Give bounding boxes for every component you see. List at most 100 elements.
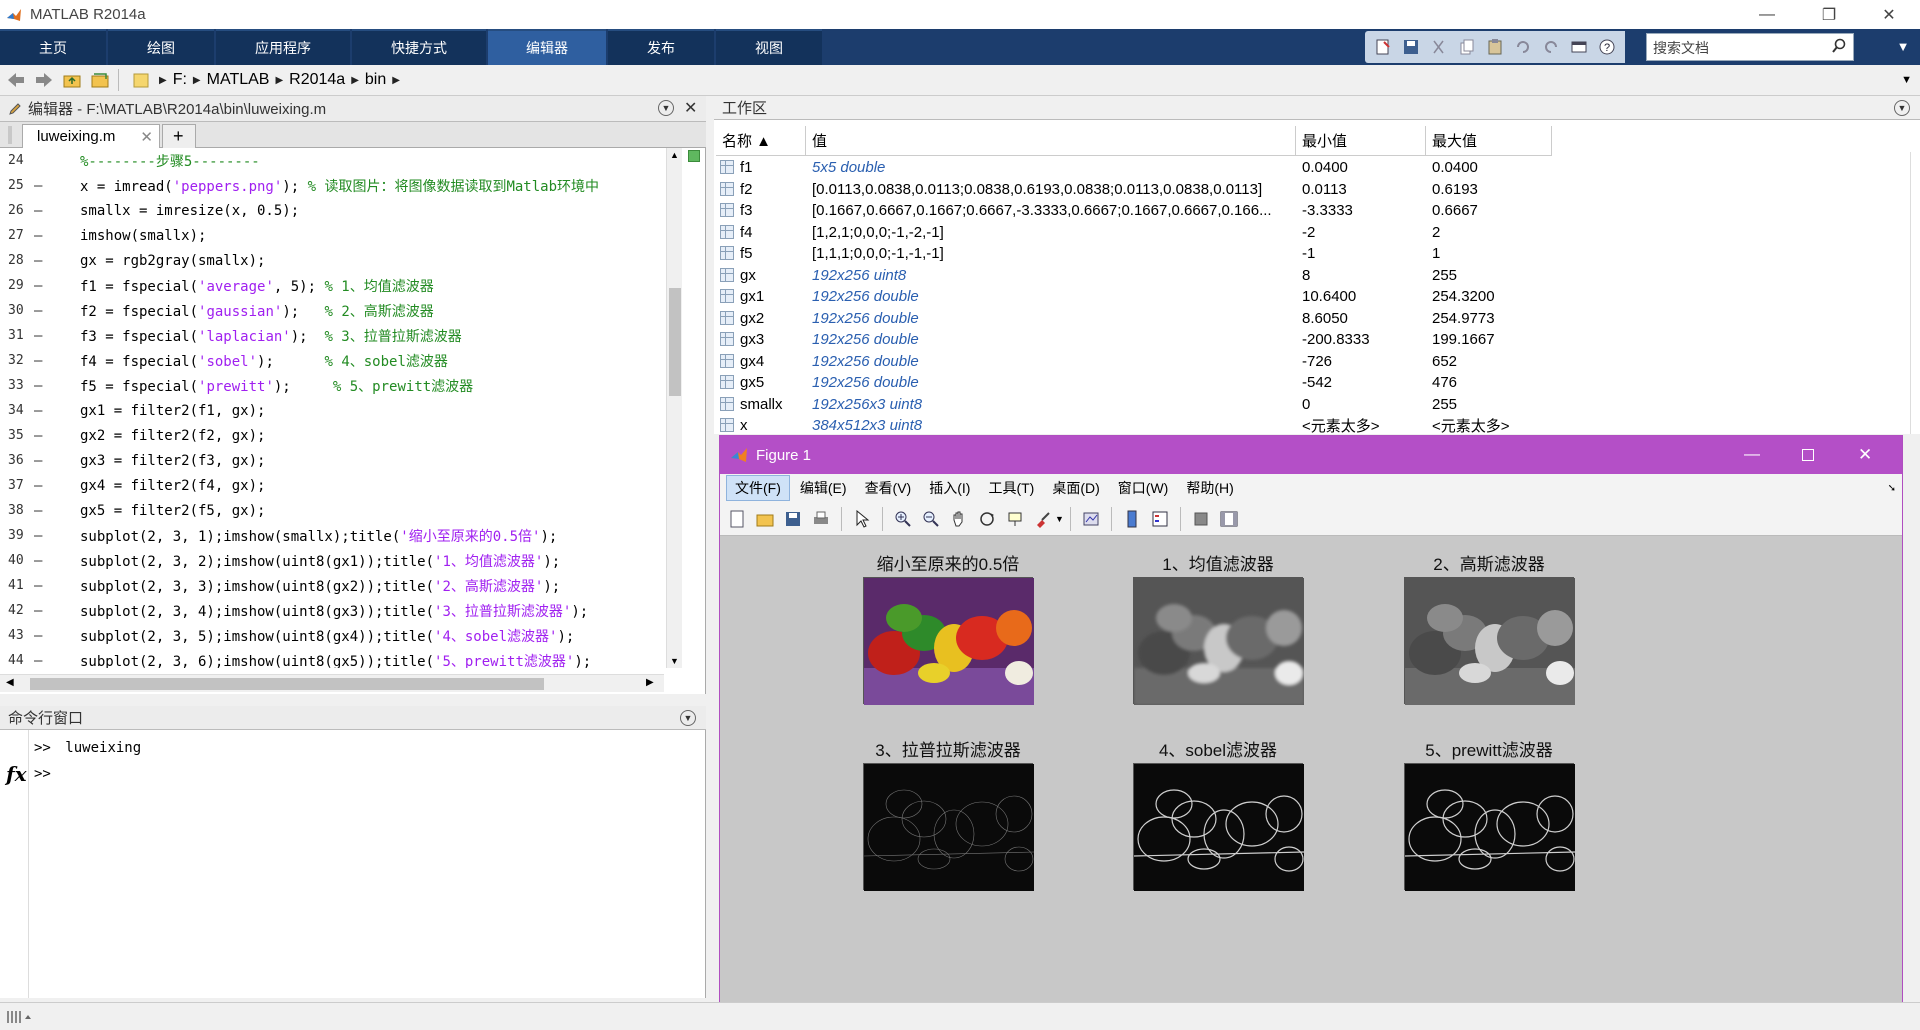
breakpoint-marker[interactable]: —: [34, 278, 42, 294]
minimize-button[interactable]: —: [1744, 0, 1790, 29]
workspace-row[interactable]: gx1 192x256 double 10.6400 254.3200: [716, 286, 1916, 307]
breakpoint-marker[interactable]: —: [34, 403, 42, 419]
breakpoint-marker[interactable]: —: [34, 603, 42, 619]
code-line[interactable]: 32 — f4 = fspecial('sobel'); % 4、sobel滤波器: [0, 348, 664, 373]
figure-close-button[interactable]: ✕: [1858, 445, 1872, 465]
rotate-3d-icon[interactable]: [976, 508, 998, 530]
tab-shortcuts[interactable]: 快捷方式: [352, 29, 486, 65]
workspace-row[interactable]: gx4 192x256 double -726 652: [716, 351, 1916, 372]
menu-file[interactable]: 文件(F): [726, 475, 790, 501]
code-line[interactable]: 37 — gx4 = filter2(f4, gx);: [0, 473, 664, 498]
breakpoint-marker[interactable]: —: [34, 378, 42, 394]
code-line[interactable]: 25 — x = imread('peppers.png'); % 读取图片：将图像…: [0, 173, 664, 198]
search-icon[interactable]: [1831, 38, 1847, 54]
command-actions-icon[interactable]: ▼: [680, 710, 696, 726]
menu-help[interactable]: 帮助(H): [1178, 476, 1241, 500]
data-cursor-icon[interactable]: [1004, 508, 1026, 530]
col-min-header[interactable]: 最小值: [1296, 126, 1426, 156]
new-figure-icon[interactable]: [726, 508, 748, 530]
ribbon-dropdown-icon[interactable]: ▼: [1892, 35, 1914, 57]
editor-close-icon[interactable]: ✕: [684, 98, 697, 118]
breadcrumb-bin[interactable]: bin: [365, 71, 386, 89]
scroll-left-icon[interactable]: ◀: [6, 677, 14, 688]
copy-icon[interactable]: [1456, 36, 1478, 58]
breakpoint-marker[interactable]: —: [34, 478, 42, 494]
tab-publish[interactable]: 发布: [608, 29, 714, 65]
function-browser-icon[interactable]: fx: [6, 762, 27, 786]
code-line[interactable]: 41 — subplot(2, 3, 3);imshow(uint8(gx2));t…: [0, 573, 664, 598]
tab-apps[interactable]: 应用程序: [216, 29, 350, 65]
code-line[interactable]: 35 — gx2 = filter2(f2, gx);: [0, 423, 664, 448]
save-icon[interactable]: [1400, 36, 1422, 58]
workspace-row[interactable]: gx3 192x256 double -200.8333 199.1667: [716, 329, 1916, 350]
workspace-row[interactable]: f5 [1,1,1;0,0,0;-1,-1,-1] -1 1: [716, 243, 1916, 264]
workspace-row[interactable]: gx2 192x256 double 8.6050 254.9773: [716, 308, 1916, 329]
tab-view[interactable]: 视图: [716, 29, 822, 65]
breakpoint-marker[interactable]: —: [34, 553, 42, 569]
command-input-area[interactable]: >> luweixing fx >>: [0, 730, 706, 998]
zoom-in-icon[interactable]: [892, 508, 914, 530]
breakpoint-marker[interactable]: —: [34, 528, 42, 544]
subplot-axes[interactable]: 缩小至原来的0.5倍: [862, 536, 1034, 716]
scroll-up-icon[interactable]: ▲: [670, 150, 679, 160]
breadcrumb-matlab[interactable]: MATLAB: [207, 71, 270, 89]
breakpoint-marker[interactable]: —: [34, 503, 42, 519]
workspace-row[interactable]: f2 [0.0113,0.0838,0.0113;0.0838,0.6193,0.…: [716, 179, 1916, 200]
scroll-right-icon[interactable]: ▶: [646, 677, 654, 688]
code-line[interactable]: 33 — f5 = fspecial('prewitt'); % 5、prewitt…: [0, 373, 664, 398]
col-name-header[interactable]: 名称 ▲: [716, 126, 806, 156]
tab-close-icon[interactable]: ✕: [140, 128, 153, 146]
breakpoint-marker[interactable]: —: [34, 303, 42, 319]
show-plot-tools-icon[interactable]: [1218, 508, 1240, 530]
breakpoint-marker[interactable]: —: [34, 428, 42, 444]
breakpoint-marker[interactable]: —: [34, 578, 42, 594]
breadcrumb-drive[interactable]: F:: [173, 71, 187, 89]
workspace-row[interactable]: f1 5x5 double 0.0400 0.0400: [716, 157, 1916, 178]
subplot-axes[interactable]: 3、拉普拉斯滤波器: [862, 722, 1035, 902]
pan-hand-icon[interactable]: [948, 508, 970, 530]
breakpoint-marker[interactable]: —: [34, 203, 42, 219]
up-folder-icon[interactable]: [60, 68, 84, 92]
open-file-icon[interactable]: [754, 508, 776, 530]
breakpoint-marker[interactable]: —: [34, 353, 42, 369]
code-line[interactable]: 36 — gx3 = filter2(f3, gx);: [0, 448, 664, 473]
menu-window[interactable]: 窗口(W): [1110, 476, 1177, 500]
col-value-header[interactable]: 值: [806, 126, 1296, 156]
address-dropdown-icon[interactable]: ▼: [1901, 74, 1912, 86]
search-documentation-input[interactable]: 搜索文档: [1646, 33, 1854, 61]
code-analyzer-ok-icon[interactable]: [688, 150, 700, 162]
subplot-axes[interactable]: 1、均值滤波器: [1132, 536, 1304, 716]
tab-home[interactable]: 主页: [0, 29, 106, 65]
code-line[interactable]: 29 — f1 = fspecial('average', 5); % 1、均值滤波…: [0, 273, 664, 298]
code-line[interactable]: 31 — f3 = fspecial('laplacian'); % 3、拉普拉斯滤…: [0, 323, 664, 348]
code-area[interactable]: 24 %--------步骤5-------- 25 — x = imread('pep…: [0, 148, 664, 668]
restore-button[interactable]: ❐: [1806, 0, 1852, 29]
workspace-row[interactable]: gx5 192x256 double -542 476: [716, 372, 1916, 393]
new-script-icon[interactable]: [1372, 36, 1394, 58]
subplot-axes[interactable]: 2、高斯滤波器: [1403, 536, 1575, 716]
add-tab-button[interactable]: +: [162, 124, 196, 148]
browse-folder-icon[interactable]: [88, 68, 112, 92]
cut-icon[interactable]: [1428, 36, 1450, 58]
h-scroll-thumb[interactable]: [30, 678, 544, 690]
workspace-row[interactable]: f4 [1,2,1;0,0,0;-1,-2,-1] -2 2: [716, 222, 1916, 243]
menu-insert[interactable]: 插入(I): [921, 476, 978, 500]
breakpoint-marker[interactable]: —: [34, 328, 42, 344]
subplot-axes[interactable]: 5、prewitt滤波器: [1403, 722, 1576, 902]
menu-view[interactable]: 查看(V): [857, 476, 920, 500]
menu-dock-icon[interactable]: ➘: [1888, 483, 1896, 494]
code-line[interactable]: 27 — imshow(smallx);: [0, 223, 664, 248]
breakpoint-marker[interactable]: —: [34, 628, 42, 644]
menu-edit[interactable]: 编辑(E): [792, 476, 855, 500]
brush-dropdown-icon[interactable]: ▼: [1055, 514, 1064, 524]
breadcrumb-r2014a[interactable]: R2014a: [289, 71, 345, 89]
code-line[interactable]: 44 — subplot(2, 3, 6);imshow(uint8(gx5));t…: [0, 648, 664, 669]
print-icon[interactable]: [810, 508, 832, 530]
workspace-row[interactable]: f3 [0.1667,0.6667,0.1667;0.6667,-3.3333,0…: [716, 200, 1916, 221]
code-line[interactable]: 38 — gx5 = filter2(f5, gx);: [0, 498, 664, 523]
breakpoint-marker[interactable]: —: [34, 228, 42, 244]
menu-tools[interactable]: 工具(T): [980, 476, 1042, 500]
code-line[interactable]: 34 — gx1 = filter2(f1, gx);: [0, 398, 664, 423]
redo-icon[interactable]: [1540, 36, 1562, 58]
workspace-actions-icon[interactable]: ▼: [1894, 100, 1910, 116]
